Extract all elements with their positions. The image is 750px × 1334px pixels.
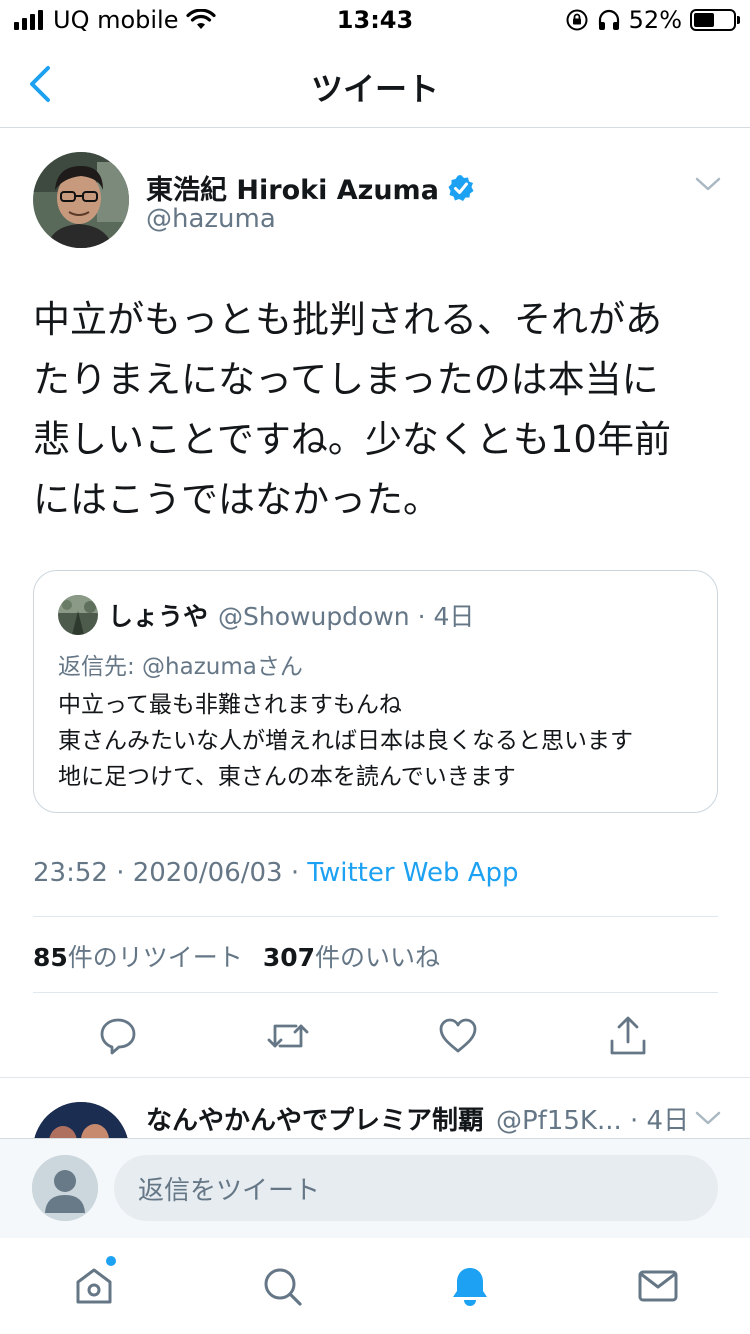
tweet-actions	[0, 1010, 750, 1062]
tab-search[interactable]	[254, 1258, 310, 1314]
page-title: ツイート	[310, 70, 439, 108]
quoted-tweet-text: 中立って最も非難されますもんね 東さんみたいな人が増えれば日本は良くなると思いま…	[58, 692, 633, 790]
like-count[interactable]: 307	[263, 943, 315, 972]
divider	[33, 992, 718, 993]
retweet-count[interactable]: 85	[33, 943, 68, 972]
quoted-tweet-header: しょうや @Showupdown · 4日	[58, 595, 474, 635]
home-notification-dot	[106, 1256, 116, 1266]
messages-icon	[638, 1270, 678, 1302]
reply-icon	[100, 1018, 136, 1055]
status-bar: UQ mobile 13:43 52%	[0, 0, 750, 40]
chevron-down-icon	[695, 177, 721, 191]
like-count-label[interactable]: 件のいいね	[315, 943, 440, 972]
reply-input-placeholder: 返信をツイート	[138, 1175, 321, 1206]
notifications-icon	[453, 1268, 487, 1306]
home-icon	[76, 1268, 112, 1304]
headphones-icon	[598, 9, 619, 30]
reply-author-name[interactable]: なんやかんやでプレミア制覇	[146, 1100, 484, 1137]
like-button[interactable]	[432, 1010, 484, 1062]
reply-button[interactable]	[92, 1010, 144, 1062]
tweet-meta: 23:52 · 2020/06/03 · Twitter Web App	[33, 858, 519, 888]
share-button[interactable]	[602, 1010, 654, 1062]
quoted-reply-to: 返信先: @hazumaさん	[58, 654, 303, 680]
share-icon	[610, 1016, 646, 1055]
battery-fill	[694, 13, 714, 27]
nav-bar: ツイート	[0, 40, 750, 128]
status-right: 52%	[565, 6, 740, 34]
quoted-author-name: しょうや	[108, 602, 209, 631]
reply-input[interactable]: 返信をツイート	[114, 1155, 718, 1221]
retweet-count-label[interactable]: 件のリツイート	[68, 943, 243, 972]
divider	[33, 916, 718, 917]
reply-compose-bar: 返信をツイート	[0, 1138, 750, 1238]
battery-percent: 52%	[628, 6, 682, 34]
tweet-menu-button[interactable]	[694, 172, 722, 196]
tab-bar	[0, 1238, 750, 1334]
reply-menu-button[interactable]	[694, 1106, 722, 1130]
retweet-button[interactable]	[262, 1010, 314, 1062]
search-icon	[264, 1268, 302, 1306]
reply-avatar[interactable]	[33, 1102, 129, 1138]
author-name[interactable]: 東浩紀 Hiroki Azuma	[146, 168, 439, 207]
author-handle[interactable]: @hazuma	[146, 204, 276, 234]
tweet-timestamp: 23:52 · 2020/06/03 ·	[33, 858, 308, 888]
verified-badge-icon	[448, 174, 474, 201]
tweet-source-link[interactable]: Twitter Web App	[307, 858, 518, 888]
author-name-row[interactable]: 東浩紀 Hiroki Azuma	[146, 168, 475, 207]
author-avatar[interactable]	[33, 152, 129, 248]
default-profile-icon	[32, 1155, 98, 1221]
avatar-image	[33, 152, 129, 248]
tweet-stats: 85件のリツイート 307件のいいね	[33, 938, 440, 974]
tweet-text: 中立がもっとも批判される、それがあ たりまえになってしまったのは本当に 悲しいこ…	[33, 298, 671, 521]
tab-home[interactable]	[66, 1256, 122, 1314]
reply-handle-time: @Pf15K... · 4日	[496, 1106, 690, 1136]
quoted-tweet[interactable]: しょうや @Showupdown · 4日 返信先: @hazumaさん 中立っ…	[33, 570, 718, 813]
reply-tweet[interactable]: なんやかんやでプレミア制覇 @Pf15K... · 4日	[0, 1078, 750, 1138]
retweet-icon	[267, 1024, 309, 1048]
quoted-handle-time: @Showupdown · 4日	[218, 602, 475, 631]
user-avatar[interactable]	[32, 1155, 98, 1221]
tab-notifications[interactable]	[442, 1258, 498, 1314]
quoted-avatar	[58, 595, 98, 635]
like-icon	[439, 1018, 477, 1053]
tab-messages[interactable]	[630, 1258, 686, 1314]
battery-icon	[690, 9, 740, 31]
chevron-down-icon	[695, 1111, 721, 1125]
rotation-lock-icon	[566, 9, 588, 31]
